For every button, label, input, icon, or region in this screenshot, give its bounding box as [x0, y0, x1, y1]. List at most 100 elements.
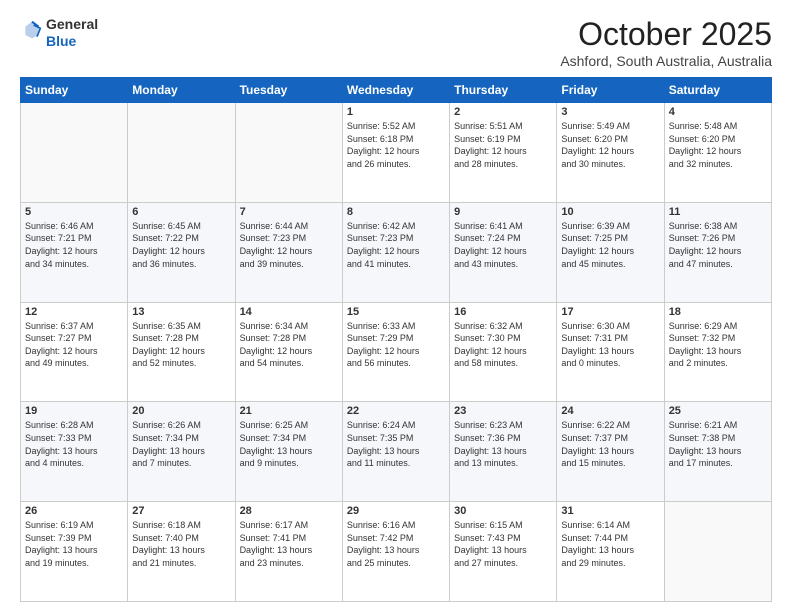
table-row: 27Sunrise: 6:18 AM Sunset: 7:40 PM Dayli…: [128, 502, 235, 602]
day-info: Sunrise: 5:48 AM Sunset: 6:20 PM Dayligh…: [669, 120, 767, 170]
col-tuesday: Tuesday: [235, 78, 342, 103]
day-info: Sunrise: 6:38 AM Sunset: 7:26 PM Dayligh…: [669, 220, 767, 270]
day-number: 6: [132, 206, 230, 218]
day-info: Sunrise: 6:37 AM Sunset: 7:27 PM Dayligh…: [25, 320, 123, 370]
day-info: Sunrise: 5:52 AM Sunset: 6:18 PM Dayligh…: [347, 120, 445, 170]
day-number: 24: [561, 405, 659, 417]
col-saturday: Saturday: [664, 78, 771, 103]
table-row: 17 Sunrise: 6:30 AM Sunset: 7:31 PM Dayli…: [557, 302, 664, 402]
day-number: 26: [25, 505, 123, 517]
table-row: 20 Sunrise: 6:26 AM Sunset: 7:34 PM Dayli…: [128, 402, 235, 502]
day-number: 2: [454, 106, 552, 118]
day-info: Sunrise: 6:45 AM Sunset: 7:22 PM Dayligh…: [132, 220, 230, 270]
day-number: 21: [240, 405, 338, 417]
day-number: 10: [561, 206, 659, 218]
header: General Blue October 2025 Ashford, South…: [20, 16, 772, 69]
calendar-week-row: 1 Sunrise: 5:52 AM Sunset: 6:18 PM Daylig…: [21, 103, 772, 203]
table-row: 19Sunrise: 6:28 AM Sunset: 7:33 PM Dayli…: [21, 402, 128, 502]
day-number: 22: [347, 405, 445, 417]
col-thursday: Thursday: [450, 78, 557, 103]
table-row: [21, 103, 128, 203]
table-row: 9Sunrise: 6:41 AM Sunset: 7:24 PM Daylig…: [450, 202, 557, 302]
page: General Blue October 2025 Ashford, South…: [0, 0, 792, 612]
day-info: Sunrise: 5:49 AM Sunset: 6:20 PM Dayligh…: [561, 120, 659, 170]
day-number: 1: [347, 106, 445, 118]
day-info: Sunrise: 6:19 AM Sunset: 7:39 PM Dayligh…: [25, 519, 123, 569]
day-number: 3: [561, 106, 659, 118]
day-number: 12: [25, 306, 123, 318]
month-title: October 2025: [560, 16, 772, 53]
day-info: Sunrise: 6:30 AM Sunset: 7:31 PM Dayligh…: [561, 320, 659, 370]
day-number: 7: [240, 206, 338, 218]
day-number: 8: [347, 206, 445, 218]
col-friday: Friday: [557, 78, 664, 103]
day-info: Sunrise: 6:21 AM Sunset: 7:38 PM Dayligh…: [669, 419, 767, 469]
day-info: Sunrise: 6:24 AM Sunset: 7:35 PM Dayligh…: [347, 419, 445, 469]
day-number: 28: [240, 505, 338, 517]
day-info: Sunrise: 5:51 AM Sunset: 6:19 PM Dayligh…: [454, 120, 552, 170]
table-row: 22 Sunrise: 6:24 AM Sunset: 7:35 PM Dayli…: [342, 402, 449, 502]
logo: General Blue: [20, 16, 98, 50]
calendar-table: Sunday Monday Tuesday Wednesday Thursday…: [20, 77, 772, 602]
title-block: October 2025 Ashford, South Australia, A…: [560, 16, 772, 69]
table-row: 1 Sunrise: 5:52 AM Sunset: 6:18 PM Daylig…: [342, 103, 449, 203]
table-row: 18 Sunrise: 6:29 AM Sunset: 7:32 PM Dayli…: [664, 302, 771, 402]
logo-general: General: [46, 16, 98, 33]
day-number: 18: [669, 306, 767, 318]
table-row: 4 Sunrise: 5:48 AM Sunset: 6:20 PM Daylig…: [664, 103, 771, 203]
table-row: 29Sunrise: 6:16 AM Sunset: 7:42 PM Dayli…: [342, 502, 449, 602]
day-number: 13: [132, 306, 230, 318]
table-row: 5Sunrise: 6:46 AM Sunset: 7:21 PM Daylig…: [21, 202, 128, 302]
day-info: Sunrise: 6:46 AM Sunset: 7:21 PM Dayligh…: [25, 220, 123, 270]
table-row: [235, 103, 342, 203]
table-row: 31 Sunrise: 6:14 AM Sunset: 7:44 PM Dayli…: [557, 502, 664, 602]
table-row: 23Sunrise: 6:23 AM Sunset: 7:36 PM Dayli…: [450, 402, 557, 502]
table-row: [664, 502, 771, 602]
logo-text: General Blue: [46, 16, 98, 50]
table-row: 11 Sunrise: 6:38 AM Sunset: 7:26 PM Dayli…: [664, 202, 771, 302]
table-row: 16Sunrise: 6:32 AM Sunset: 7:30 PM Dayli…: [450, 302, 557, 402]
day-info: Sunrise: 6:25 AM Sunset: 7:34 PM Dayligh…: [240, 419, 338, 469]
day-info: Sunrise: 6:32 AM Sunset: 7:30 PM Dayligh…: [454, 320, 552, 370]
day-number: 25: [669, 405, 767, 417]
col-monday: Monday: [128, 78, 235, 103]
day-number: 14: [240, 306, 338, 318]
table-row: 13Sunrise: 6:35 AM Sunset: 7:28 PM Dayli…: [128, 302, 235, 402]
table-row: 8 Sunrise: 6:42 AM Sunset: 7:23 PM Daylig…: [342, 202, 449, 302]
table-row: 15 Sunrise: 6:33 AM Sunset: 7:29 PM Dayli…: [342, 302, 449, 402]
calendar-week-row: 19Sunrise: 6:28 AM Sunset: 7:33 PM Dayli…: [21, 402, 772, 502]
logo-icon: [22, 20, 42, 40]
day-info: Sunrise: 6:39 AM Sunset: 7:25 PM Dayligh…: [561, 220, 659, 270]
col-sunday: Sunday: [21, 78, 128, 103]
day-info: Sunrise: 6:29 AM Sunset: 7:32 PM Dayligh…: [669, 320, 767, 370]
day-number: 23: [454, 405, 552, 417]
table-row: 12 Sunrise: 6:37 AM Sunset: 7:27 PM Dayli…: [21, 302, 128, 402]
table-row: 28Sunrise: 6:17 AM Sunset: 7:41 PM Dayli…: [235, 502, 342, 602]
day-info: Sunrise: 6:16 AM Sunset: 7:42 PM Dayligh…: [347, 519, 445, 569]
day-number: 31: [561, 505, 659, 517]
day-number: 30: [454, 505, 552, 517]
day-info: Sunrise: 6:33 AM Sunset: 7:29 PM Dayligh…: [347, 320, 445, 370]
day-info: Sunrise: 6:34 AM Sunset: 7:28 PM Dayligh…: [240, 320, 338, 370]
calendar-week-row: 26 Sunrise: 6:19 AM Sunset: 7:39 PM Dayli…: [21, 502, 772, 602]
day-number: 11: [669, 206, 767, 218]
day-info: Sunrise: 6:26 AM Sunset: 7:34 PM Dayligh…: [132, 419, 230, 469]
table-row: 10 Sunrise: 6:39 AM Sunset: 7:25 PM Dayli…: [557, 202, 664, 302]
day-number: 20: [132, 405, 230, 417]
table-row: 6 Sunrise: 6:45 AM Sunset: 7:22 PM Daylig…: [128, 202, 235, 302]
table-row: 14 Sunrise: 6:34 AM Sunset: 7:28 PM Dayli…: [235, 302, 342, 402]
table-row: 24Sunrise: 6:22 AM Sunset: 7:37 PM Dayli…: [557, 402, 664, 502]
table-row: 21 Sunrise: 6:25 AM Sunset: 7:34 PM Dayli…: [235, 402, 342, 502]
table-row: [128, 103, 235, 203]
day-info: Sunrise: 6:18 AM Sunset: 7:40 PM Dayligh…: [132, 519, 230, 569]
day-number: 4: [669, 106, 767, 118]
day-info: Sunrise: 6:14 AM Sunset: 7:44 PM Dayligh…: [561, 519, 659, 569]
day-number: 15: [347, 306, 445, 318]
day-number: 17: [561, 306, 659, 318]
day-info: Sunrise: 6:41 AM Sunset: 7:24 PM Dayligh…: [454, 220, 552, 270]
calendar-header-row: Sunday Monday Tuesday Wednesday Thursday…: [21, 78, 772, 103]
table-row: 26 Sunrise: 6:19 AM Sunset: 7:39 PM Dayli…: [21, 502, 128, 602]
day-info: Sunrise: 6:44 AM Sunset: 7:23 PM Dayligh…: [240, 220, 338, 270]
day-info: Sunrise: 6:42 AM Sunset: 7:23 PM Dayligh…: [347, 220, 445, 270]
day-info: Sunrise: 6:28 AM Sunset: 7:33 PM Dayligh…: [25, 419, 123, 469]
